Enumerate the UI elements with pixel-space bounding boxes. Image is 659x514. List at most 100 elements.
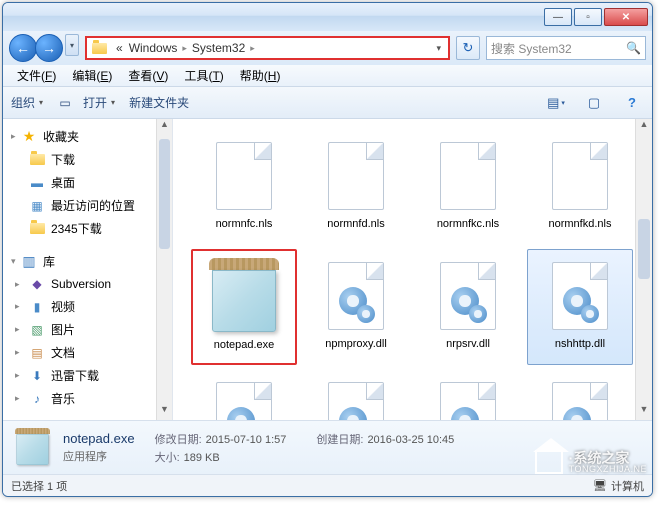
status-text: 已选择 1 项 — [11, 478, 67, 494]
search-input[interactable]: 搜索 System32 🔍 — [486, 36, 646, 60]
menu-bar: 文件(F) 编辑(E) 查看(V) 工具(T) 帮助(H) — [3, 65, 652, 87]
folder-icon — [91, 40, 107, 56]
folder-icon — [29, 152, 45, 168]
house-icon — [535, 450, 563, 474]
size-value: 189 KB — [184, 452, 220, 464]
address-dropdown[interactable]: ▾ — [433, 43, 444, 54]
file-tile[interactable]: nrpsrv.dll — [415, 249, 521, 365]
titlebar: — ▫ ✕ — [3, 3, 652, 31]
open-icon: ▭ — [57, 95, 73, 111]
dll-icon — [316, 256, 396, 336]
breadcrumb-separator: ▸ — [180, 43, 189, 54]
scroll-thumb[interactable] — [638, 219, 650, 279]
file-grid: normnfc.nls normnfd.nls normnfkc.nls normnf… — [173, 119, 652, 420]
status-bar: 已选择 1 项 🖥 计算机 — [3, 474, 652, 496]
dll-icon — [204, 376, 284, 420]
address-bar[interactable]: « Windows ▸ System32 ▸ ▾ — [85, 36, 450, 60]
organize-button[interactable]: 组织 ▾ — [11, 94, 43, 111]
explorer-window: — ▫ ✕ ← → ▾ « Windows ▸ System32 ▸ ▾ ↻ 搜… — [2, 2, 653, 497]
status-right-label: 计算机 — [611, 478, 644, 494]
view-options-button[interactable]: ▤▾ — [544, 92, 568, 114]
svn-icon: ◆ — [29, 276, 45, 292]
scroll-up-icon[interactable]: ▲ — [157, 119, 172, 135]
sidebar-item-pictures[interactable]: ▸▧图片 — [3, 318, 172, 341]
file-tile[interactable] — [191, 369, 297, 420]
sidebar-item-xunlei[interactable]: ▸⬇迅雷下载 — [3, 364, 172, 387]
file-tile[interactable]: notepad.exe — [191, 249, 297, 365]
back-button[interactable]: ← — [9, 34, 37, 62]
menu-file[interactable]: 文件(F) — [9, 65, 64, 86]
sidebar-item-2345[interactable]: 2345下载 — [3, 217, 172, 240]
window-controls: — ▫ ✕ — [544, 8, 648, 26]
content-scrollbar[interactable]: ▲ ▼ — [635, 119, 652, 420]
menu-view[interactable]: 查看(V) — [120, 65, 176, 86]
sidebar-item-documents[interactable]: ▸▤文档 — [3, 341, 172, 364]
sidebar-item-recent[interactable]: ▦最近访问的位置 — [3, 194, 172, 217]
sidebar-item-music[interactable]: ▸♪音乐 — [3, 387, 172, 410]
nav-history-dropdown[interactable]: ▾ — [65, 34, 79, 56]
dll-icon — [316, 376, 396, 420]
file-tile[interactable]: npmproxy.dll — [303, 249, 409, 365]
file-tile[interactable] — [303, 369, 409, 420]
file-label: normnfd.nls — [327, 218, 384, 231]
favorites-header[interactable]: ▸ ★ 收藏夹 — [3, 125, 172, 148]
music-icon: ♪ — [29, 391, 45, 407]
preview-pane-button[interactable]: ▢ — [582, 92, 606, 114]
notepad-icon — [204, 257, 284, 337]
sidebar-scrollbar[interactable]: ▲ ▼ — [156, 119, 172, 420]
dll-icon — [540, 376, 620, 420]
sidebar-item-downloads[interactable]: 下载 — [3, 148, 172, 171]
menu-tools[interactable]: 工具(T) — [176, 65, 231, 86]
refresh-button[interactable]: ↻ — [456, 36, 480, 60]
modified-label: 修改日期: — [155, 434, 202, 446]
scroll-up-icon[interactable]: ▲ — [636, 119, 652, 135]
new-folder-button[interactable]: 新建文件夹 — [129, 94, 189, 111]
expand-icon: ▸ — [15, 347, 25, 358]
sidebar-item-videos[interactable]: ▸▮视频 — [3, 295, 172, 318]
collapse-icon: ▸ — [11, 131, 21, 142]
scroll-down-icon[interactable]: ▼ — [636, 404, 652, 420]
help-button[interactable]: ? — [620, 92, 644, 114]
breadcrumb-prefix: « — [113, 41, 126, 55]
file-tile[interactable]: normnfc.nls — [191, 129, 297, 245]
created-label: 创建日期: — [316, 434, 363, 446]
file-tile[interactable]: normnfkd.nls — [527, 129, 633, 245]
doc-icon — [540, 136, 620, 216]
file-tile[interactable] — [415, 369, 521, 420]
close-button[interactable]: ✕ — [604, 8, 648, 26]
watermark: ·系统之家 TONGXZHIJA.NE — [535, 450, 647, 474]
status-right: 🖥 计算机 — [593, 478, 644, 494]
picture-icon: ▧ — [29, 322, 45, 338]
expand-icon: ▸ — [15, 370, 25, 381]
file-label: nshhttp.dll — [555, 338, 605, 351]
libraries-header[interactable]: ▾ ▥ 库 — [3, 250, 172, 273]
computer-icon: 🖥 — [593, 479, 607, 492]
file-tile[interactable]: nshhttp.dll — [527, 249, 633, 365]
file-tile[interactable]: normnfkc.nls — [415, 129, 521, 245]
sidebar-item-desktop[interactable]: ▬桌面 — [3, 171, 172, 194]
forward-button[interactable]: → — [35, 34, 63, 62]
file-tile[interactable]: normnfd.nls — [303, 129, 409, 245]
breadcrumb[interactable]: System32 — [189, 41, 248, 55]
open-button[interactable]: ▭打开 ▾ — [57, 94, 115, 111]
sidebar-item-subversion[interactable]: ▸◆Subversion — [3, 273, 172, 295]
dll-icon — [428, 376, 508, 420]
menu-edit[interactable]: 编辑(E) — [64, 65, 120, 86]
dll-icon — [428, 256, 508, 336]
breadcrumb-separator: ▸ — [248, 43, 257, 54]
minimize-button[interactable]: — — [544, 8, 572, 26]
libraries-label: 库 — [43, 253, 55, 270]
maximize-button[interactable]: ▫ — [574, 8, 602, 26]
menu-help[interactable]: 帮助(H) — [232, 65, 289, 86]
file-tile[interactable] — [527, 369, 633, 420]
expand-icon: ▸ — [15, 301, 25, 312]
doc-icon — [316, 136, 396, 216]
file-label: npmproxy.dll — [325, 338, 387, 351]
breadcrumb[interactable]: Windows — [126, 41, 181, 55]
scroll-thumb[interactable] — [159, 139, 170, 249]
size-label: 大小: — [155, 452, 180, 464]
file-label: normnfkc.nls — [437, 218, 499, 231]
scroll-down-icon[interactable]: ▼ — [157, 404, 172, 420]
favorites-label: 收藏夹 — [43, 128, 79, 145]
search-icon: 🔍 — [626, 41, 641, 55]
